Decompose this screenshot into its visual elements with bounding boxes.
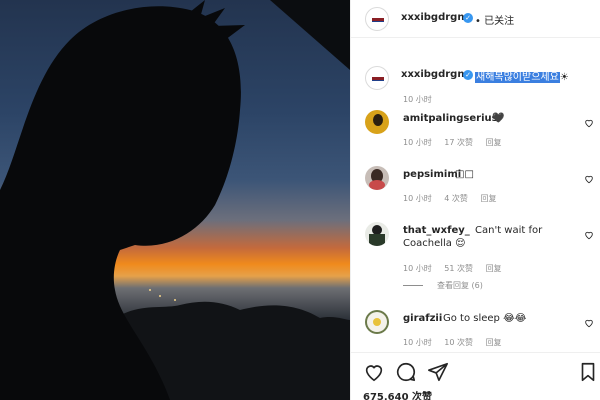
comment-likes[interactable]: 10 次赞 <box>444 338 473 347</box>
view-replies-button[interactable]: 查看回复 (6) <box>403 280 483 291</box>
heart-icon[interactable] <box>584 174 594 184</box>
comment-meta: 10 小时 51 次赞 回复 <box>403 263 512 274</box>
author-username[interactable]: xxxibgdrgn <box>401 12 464 23</box>
comment-username[interactable]: pepsimimi <box>403 169 461 180</box>
heart-icon[interactable] <box>584 230 594 240</box>
comment-time: 10 小时 <box>403 338 432 347</box>
comment-text-line2: Coachella 😌 <box>403 238 466 249</box>
heart-icon[interactable] <box>584 118 594 128</box>
post-detail-panel: xxxibgdrgn ✓ • 已关注 xxxibgdrgn ✓ 새해복많이받으세… <box>350 0 600 400</box>
comment-username[interactable]: that_wxfey_ <box>403 225 470 236</box>
comment-time: 10 小时 <box>403 138 432 147</box>
caption-highlight: 새해복많이받으세요 <box>475 72 560 83</box>
comment-icon[interactable] <box>395 361 417 383</box>
comment-text-line1: Can't wait for <box>475 225 543 236</box>
comment-likes[interactable]: 4 次赞 <box>444 194 468 203</box>
comment-avatar[interactable] <box>365 310 389 334</box>
bookmark-icon[interactable] <box>577 361 599 383</box>
replies-divider <box>403 285 423 286</box>
comment-avatar[interactable] <box>365 110 389 134</box>
comment-text: Go to sleep 😂😂 <box>443 313 527 324</box>
heart-icon[interactable] <box>363 361 385 383</box>
post-header: xxxibgdrgn ✓ • 已关注 <box>351 0 600 38</box>
comment-time: 10 小时 <box>403 194 432 203</box>
comment-text: □□ <box>455 169 474 180</box>
caption-text: 새해복많이받으세요☀ <box>475 68 569 83</box>
caption-username[interactable]: xxxibgdrgn <box>401 69 464 80</box>
comment-time: 10 小时 <box>403 264 432 273</box>
verified-badge-icon: ✓ <box>463 70 473 80</box>
follow-status[interactable]: • 已关注 <box>475 12 514 27</box>
comment-reply[interactable]: 回复 <box>486 138 502 147</box>
comment-username[interactable]: amitpalingserius <box>403 113 498 124</box>
caption-suffix: ☀ <box>559 72 569 83</box>
comment-reply[interactable]: 回复 <box>486 338 502 347</box>
share-icon[interactable] <box>427 361 449 383</box>
comment-meta: 10 小时 10 次赞 回复 <box>403 337 512 348</box>
comment-username[interactable]: girafzii <box>403 313 442 324</box>
comment-meta: 10 小时 4 次赞 回复 <box>403 193 506 204</box>
heart-icon[interactable] <box>584 318 594 328</box>
comment-avatar[interactable] <box>365 222 389 246</box>
view-replies-label[interactable]: 查看回复 (6) <box>437 281 483 290</box>
comment-reply[interactable]: 回复 <box>486 264 502 273</box>
likes-count[interactable]: 675,640 次赞 <box>363 388 432 400</box>
verified-badge-icon: ✓ <box>463 13 473 23</box>
silhouette-photo <box>0 0 350 400</box>
comment-text: 🖤 <box>492 113 505 124</box>
comment-meta: 10 小时 17 次赞 回复 <box>403 137 512 148</box>
post-photo <box>0 0 350 400</box>
caption-time: 10 小时 <box>403 95 432 104</box>
comment-likes[interactable]: 17 次赞 <box>444 138 473 147</box>
comment-avatar[interactable] <box>365 166 389 190</box>
comment-likes[interactable]: 51 次赞 <box>444 264 473 273</box>
comment-reply[interactable]: 回复 <box>480 194 496 203</box>
caption-author-avatar[interactable] <box>365 66 389 90</box>
author-avatar[interactable] <box>365 7 389 31</box>
